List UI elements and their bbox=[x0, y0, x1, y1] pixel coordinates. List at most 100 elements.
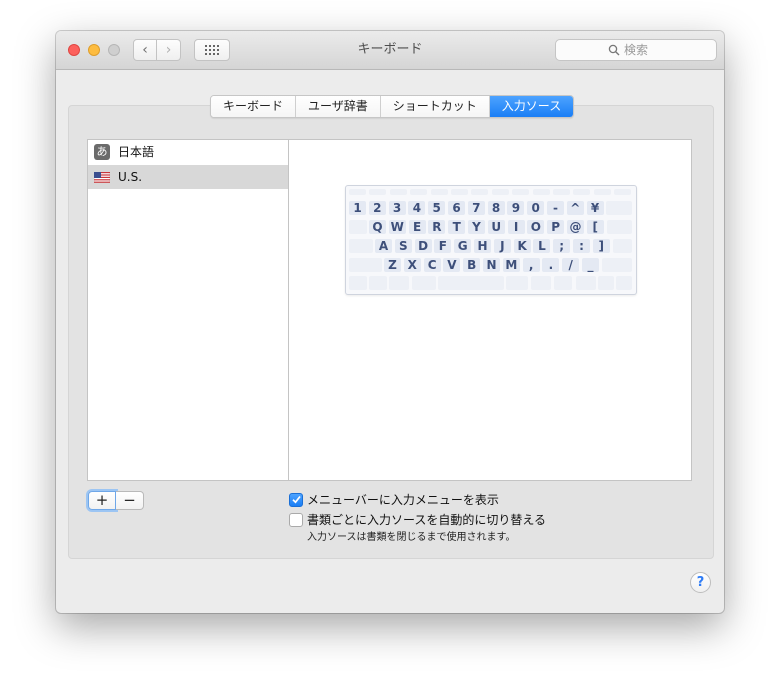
modifier-key bbox=[554, 276, 572, 290]
keycap: T bbox=[448, 220, 466, 234]
search-icon bbox=[608, 44, 620, 56]
keycap: 6 bbox=[448, 201, 465, 215]
blank-key bbox=[612, 239, 632, 253]
keycap: ; bbox=[553, 239, 571, 253]
keycap: - bbox=[547, 201, 564, 215]
us-flag-icon bbox=[94, 172, 110, 183]
function-key bbox=[369, 189, 387, 195]
keycap: 3 bbox=[388, 201, 406, 215]
keycap: A bbox=[375, 239, 392, 253]
keycap: J bbox=[493, 239, 511, 253]
checkmark-icon bbox=[292, 495, 301, 504]
keycap: _ bbox=[582, 258, 599, 272]
tab-keyboard[interactable]: キーボード bbox=[211, 96, 297, 117]
keyboard-preferences-window: ‹ › キーボード 検索 キーボード ユーザ辞書 ショートカット 入力ソース あ… bbox=[56, 31, 724, 613]
function-key bbox=[593, 189, 611, 195]
show-input-menu-label: メニューバーに入力メニューを表示 bbox=[307, 493, 499, 507]
keycap: B bbox=[463, 258, 481, 272]
keycap: 8 bbox=[487, 201, 505, 215]
keycap: @ bbox=[567, 220, 584, 234]
function-key bbox=[491, 189, 509, 195]
keycap: . bbox=[542, 258, 560, 272]
keycap: 1 bbox=[349, 201, 366, 215]
auto-switch-source-checkbox[interactable] bbox=[289, 513, 303, 527]
tab-input-sources[interactable]: 入力ソース bbox=[489, 96, 574, 117]
list-item-us[interactable]: U.S. bbox=[88, 165, 288, 189]
modifier-key bbox=[349, 276, 367, 290]
modifier-key bbox=[576, 276, 596, 290]
modifier-key bbox=[369, 276, 387, 290]
keycap: ^ bbox=[566, 201, 584, 215]
tab-user-dictionary[interactable]: ユーザ辞書 bbox=[296, 96, 381, 117]
keycap: M bbox=[502, 258, 520, 272]
hiragana-a-icon: あ bbox=[94, 144, 110, 160]
keycap: S bbox=[394, 239, 412, 253]
list-item-japanese[interactable]: あ 日本語 bbox=[88, 140, 288, 164]
search-field[interactable]: 検索 bbox=[555, 39, 717, 61]
modifier-key bbox=[412, 276, 436, 290]
auto-switch-source-label: 書類ごとに入力ソースを自動的に切り替える bbox=[307, 513, 547, 527]
help-button[interactable]: ? bbox=[690, 572, 711, 593]
search-placeholder: 検索 bbox=[624, 43, 649, 57]
blank-key bbox=[349, 220, 367, 234]
blank-key bbox=[606, 220, 632, 234]
keycap: 2 bbox=[368, 201, 386, 215]
auto-switch-note: 入力ソースは書類を閉じるまで使用されます。 bbox=[307, 532, 516, 543]
keycap: ] bbox=[592, 239, 610, 253]
modifier-key bbox=[616, 276, 632, 290]
keycap: K bbox=[513, 239, 531, 253]
keyboard-layout-preview: 1 2 3 4 5 6 7 8 9 0- ^ ¥ Q W E R T Y U I O P @[A S D F G H J K L;:] Z X C… bbox=[345, 185, 637, 295]
keycap: V bbox=[443, 258, 461, 272]
modifier-key bbox=[506, 276, 528, 290]
function-key bbox=[512, 189, 530, 195]
keycap: 9 bbox=[507, 201, 525, 215]
add-input-source-button[interactable]: + bbox=[88, 491, 116, 510]
function-key bbox=[573, 189, 591, 195]
blank-key bbox=[349, 258, 382, 272]
function-key bbox=[532, 189, 550, 195]
keyboard-preview-pane: 1 2 3 4 5 6 7 8 9 0- ^ ¥ Q W E R T Y U I O P @[A S D F G H J K L;:] Z X C… bbox=[289, 139, 692, 481]
keycap: W bbox=[388, 220, 406, 234]
list-item-label: 日本語 bbox=[118, 145, 155, 159]
remove-input-source-button[interactable]: − bbox=[116, 491, 144, 510]
modifier-key bbox=[531, 276, 551, 290]
keycap: 0 bbox=[527, 201, 545, 215]
modifier-key bbox=[598, 276, 614, 290]
keycap: ¥ bbox=[586, 201, 604, 215]
keycap: / bbox=[562, 258, 580, 272]
function-key bbox=[410, 189, 428, 195]
keycap: X bbox=[403, 258, 421, 272]
function-key bbox=[349, 189, 366, 195]
tab-shortcuts[interactable]: ショートカット bbox=[380, 96, 490, 117]
keycap: I bbox=[507, 220, 525, 234]
keycap: G bbox=[454, 239, 472, 253]
keycap: Q bbox=[369, 220, 386, 234]
blank-key bbox=[606, 201, 632, 215]
show-input-menu-checkbox[interactable] bbox=[289, 493, 303, 507]
function-key bbox=[430, 189, 448, 195]
keycap: Z bbox=[384, 258, 401, 272]
keycap: P bbox=[547, 220, 565, 234]
function-key bbox=[451, 189, 468, 195]
keycap: Y bbox=[468, 220, 485, 234]
title-bar: ‹ › キーボード 検索 bbox=[56, 31, 724, 70]
keycap: E bbox=[408, 220, 426, 234]
keycap: [ bbox=[586, 220, 604, 234]
function-key bbox=[553, 189, 570, 195]
keycap: 4 bbox=[408, 201, 426, 215]
spacebar-key bbox=[438, 276, 504, 290]
function-key bbox=[389, 189, 407, 195]
modifier-key bbox=[389, 276, 409, 290]
keycap: , bbox=[522, 258, 540, 272]
input-source-list[interactable]: あ 日本語 U.S. bbox=[87, 139, 289, 481]
keycap: N bbox=[483, 258, 500, 272]
keycap: H bbox=[474, 239, 491, 253]
keycap: D bbox=[414, 239, 432, 253]
keycap: L bbox=[533, 239, 551, 253]
blank-key bbox=[349, 239, 373, 253]
function-key bbox=[614, 189, 632, 195]
blank-key bbox=[601, 258, 632, 272]
list-item-label: U.S. bbox=[118, 170, 143, 184]
keycap: F bbox=[434, 239, 452, 253]
keycap: 7 bbox=[467, 201, 485, 215]
